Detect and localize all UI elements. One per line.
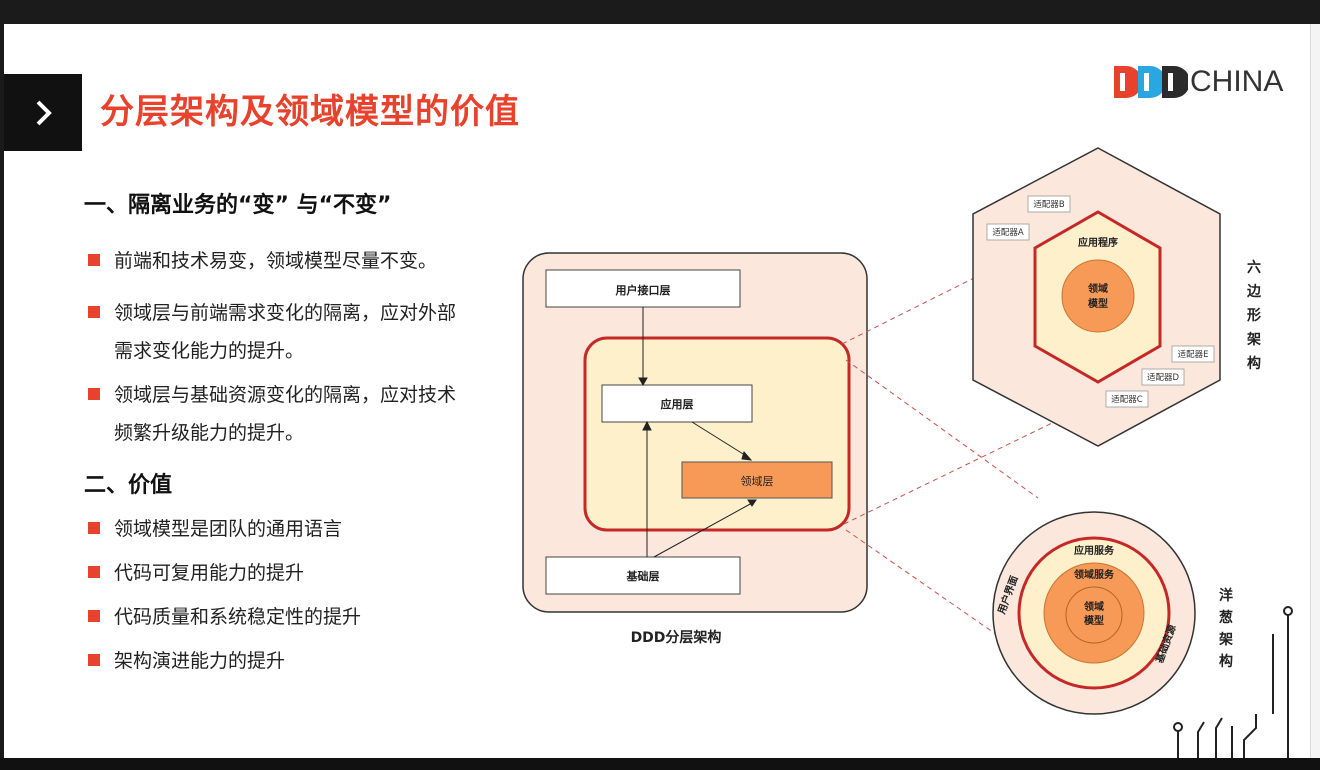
layered-caption: DDD分层架构 bbox=[631, 629, 722, 646]
onion-core-label-2: 模型 bbox=[1084, 614, 1104, 627]
hexagon-label-char-1: 六 bbox=[1247, 259, 1261, 276]
onion-label-char-2: 葱 bbox=[1219, 609, 1233, 626]
domain-layer-label: 领域层 bbox=[741, 475, 774, 488]
hexagon-core-label-2: 模型 bbox=[1088, 297, 1108, 310]
top-bar bbox=[0, 0, 1320, 24]
hexagon-domain-core bbox=[1061, 259, 1135, 333]
slide: 分层架构及领域模型的价值 CHINA 一、隔离业务的“变” 与“不变” 前端和技… bbox=[4, 24, 1310, 758]
right-edge-panel bbox=[1310, 24, 1320, 758]
hexagonal-architecture-diagram: 应用程序 领域 模型 适配器A 适配器B 适配器C 适配器D 适配器E bbox=[972, 147, 1221, 447]
hexagon-vertical-label: 六 边 形 架 构 bbox=[1246, 259, 1262, 372]
onion-label-char-3: 架 bbox=[1218, 631, 1233, 648]
hexagon-application-label: 应用程序 bbox=[1078, 236, 1118, 249]
adapter-b-label: 适配器B bbox=[1033, 199, 1065, 210]
infrastructure-layer-label: 基础层 bbox=[626, 569, 660, 583]
application-domain-boundary bbox=[583, 336, 851, 532]
hexagon-core-label-1: 领域 bbox=[1088, 282, 1108, 295]
hexagon-label-char-5: 构 bbox=[1247, 355, 1261, 372]
layered-architecture-diagram: 用户接口层 应用层 领域层 基础层 DDD分层架构 bbox=[522, 252, 868, 646]
bottom-bar bbox=[0, 758, 1320, 770]
adapter-e-label: 适配器E bbox=[1178, 349, 1209, 360]
onion-app-service-label: 应用服务 bbox=[1074, 544, 1115, 557]
adapter-c-label: 适配器C bbox=[1111, 394, 1143, 405]
adapter-d-label: 适配器D bbox=[1147, 372, 1180, 383]
onion-vertical-label: 洋 葱 架 构 bbox=[1218, 587, 1233, 670]
onion-label-char-1: 洋 bbox=[1219, 587, 1233, 604]
user-interface-layer-label: 用户接口层 bbox=[616, 283, 671, 297]
onion-core-label-1: 领域 bbox=[1084, 600, 1104, 613]
hexagon-label-char-2: 边 bbox=[1246, 284, 1262, 300]
onion-label-char-4: 构 bbox=[1219, 653, 1233, 670]
hexagon-label-char-4: 架 bbox=[1246, 331, 1261, 348]
onion-architecture-diagram: 应用服务 领域服务 领域 模型 用户界面 基础资源 bbox=[992, 511, 1196, 715]
onion-domain-core bbox=[1065, 586, 1123, 644]
onion-domain-service-label: 领域服务 bbox=[1074, 568, 1115, 581]
hexagon-label-char-3: 形 bbox=[1247, 307, 1261, 324]
application-layer-label: 应用层 bbox=[661, 397, 694, 411]
adapter-a-label: 适配器A bbox=[992, 227, 1024, 238]
architecture-diagrams: 用户接口层 应用层 领域层 基础层 DDD分层架构 应用程序 领域 模型 适配器… bbox=[522, 147, 1293, 758]
